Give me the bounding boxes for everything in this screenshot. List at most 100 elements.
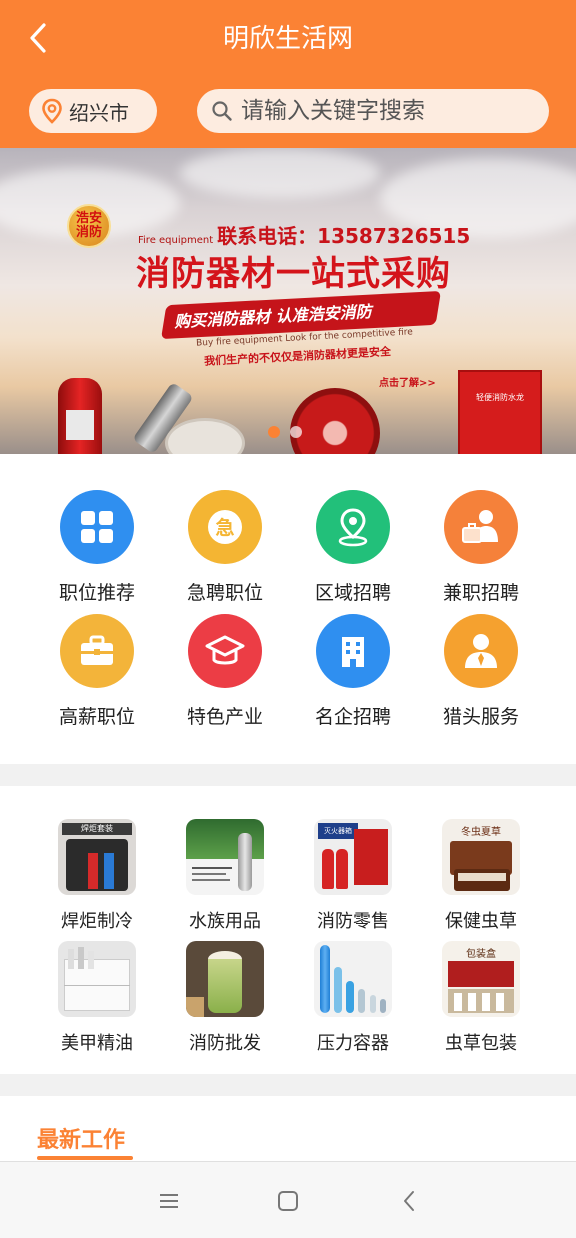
product-label: 焊炬制冷 — [61, 911, 133, 932]
text-line — [192, 873, 226, 875]
cylinder-shape — [334, 967, 342, 1013]
cosmetic-organizer-image — [58, 941, 136, 1017]
search-input[interactable] — [241, 98, 541, 124]
co2-bottle-shape — [238, 833, 252, 891]
home-button[interactable] — [270, 1186, 306, 1216]
product-welding[interactable]: 焊炬套装 焊炬制冷 — [33, 819, 161, 933]
category-label: 猎头服务 — [442, 706, 519, 728]
product-fire-retail[interactable]: 灭火器箱 消防零售 — [289, 819, 417, 933]
category-label: 区域招聘 — [314, 582, 391, 604]
promo-banner[interactable]: 浩安消防 Fire equipment 联系电话：13587326515 消防器… — [0, 148, 576, 454]
product-label: 美甲精油 — [61, 1033, 133, 1054]
category-part-time[interactable]: 兼职招聘 — [417, 490, 545, 605]
system-back-button[interactable] — [391, 1186, 427, 1216]
location-pin-icon — [42, 98, 62, 124]
menu-lines-icon — [160, 1194, 178, 1208]
tall-cylinder-shape — [320, 945, 330, 1013]
extinguisher-shape — [322, 849, 334, 889]
aquatic-plants-shape — [186, 819, 264, 859]
graduation-cap-icon — [188, 614, 262, 688]
banner-phone: Fire equipment 联系电话：13587326515 — [138, 220, 470, 249]
product-label: 消防零售 — [317, 911, 389, 932]
whisk-shape — [186, 997, 204, 1017]
city-label: 绍兴市 — [69, 100, 129, 125]
banner-cloud — [180, 148, 380, 198]
search-bar[interactable] — [197, 89, 549, 133]
brand-logo: 浩安消防 — [67, 204, 111, 248]
category-urgent-jobs[interactable]: 急 急聘职位 — [161, 490, 289, 605]
category-label: 职位推荐 — [58, 582, 135, 604]
product-label: 虫草包装 — [445, 1033, 517, 1054]
section-divider — [0, 764, 576, 786]
app-header: 明欣生活网 绍兴市 — [0, 0, 576, 148]
category-headhunter[interactable]: 猎头服务 — [417, 614, 545, 729]
carousel-dot-active[interactable] — [268, 426, 280, 438]
category-label: 名企招聘 — [314, 706, 391, 728]
recent-apps-button[interactable] — [151, 1186, 187, 1216]
vial-shape — [454, 993, 462, 1011]
product-pressure-vessel[interactable]: 压力容器 — [289, 941, 417, 1055]
category-label: 高薪职位 — [58, 706, 135, 728]
hose-reel-graphic — [290, 388, 380, 454]
office-building-icon — [316, 614, 390, 688]
urgent-icon: 急 — [188, 490, 262, 564]
cylinder-shape — [358, 989, 365, 1013]
latest-jobs-tab[interactable]: 最新工作 — [37, 1122, 125, 1154]
packaging-box-image: 包装盒 — [442, 941, 520, 1017]
product-cordyceps-health[interactable]: 冬虫夏草 保健虫草 — [417, 819, 545, 933]
fire-cabinet-graphic — [458, 370, 542, 454]
category-label: 急聘职位 — [186, 582, 263, 604]
banner-learn-more[interactable]: 点击了解>> — [379, 374, 436, 389]
banner-headline: 消防器材一站式采购 — [136, 254, 451, 294]
page-title: 明欣生活网 — [222, 24, 353, 54]
category-label: 特色产业 — [186, 706, 263, 728]
carousel-dot[interactable] — [290, 426, 302, 438]
product-label: 压力容器 — [317, 1033, 389, 1054]
welding-kit-image: 焊炬套装 — [58, 819, 136, 895]
box-header: 灭火器箱 — [318, 823, 358, 839]
category-area-jobs[interactable]: 区域招聘 — [289, 490, 417, 605]
box-insert-shape — [458, 873, 506, 881]
briefcase-icon — [60, 614, 134, 688]
bottle-shape — [78, 947, 84, 969]
product-category-grid: 焊炬套装 焊炬制冷 水族用品 灭火器箱 消防零售 冬虫夏草 保健虫草 美甲精油 … — [0, 786, 576, 1074]
hose-coil-graphic — [165, 418, 245, 454]
cordyceps-gift-box-image: 冬虫夏草 — [442, 819, 520, 895]
category-high-salary[interactable]: 高薪职位 — [33, 614, 161, 729]
system-nav-bar — [0, 1161, 576, 1238]
red-cylinder-shape — [88, 853, 98, 889]
category-famous-company[interactable]: 名企招聘 — [289, 614, 417, 729]
brand-logo-text: 浩安消防 — [75, 211, 102, 240]
carousel-indicator — [268, 426, 302, 438]
vial-shape — [468, 993, 476, 1011]
banner-subtitle: 我们生产的不仅仅是消防器材更是安全 — [203, 345, 392, 368]
text-line — [192, 867, 232, 869]
product-cordyceps-packaging[interactable]: 包装盒 虫草包装 — [417, 941, 545, 1055]
gas-cylinders-image — [314, 941, 392, 1017]
extinguisher-shape — [336, 849, 348, 889]
banner-phone-en: Fire equipment — [138, 235, 214, 246]
glass-shape — [208, 959, 242, 1013]
product-fire-wholesale[interactable]: 消防批发 — [161, 941, 289, 1055]
red-lid-shape — [448, 961, 514, 987]
category-label: 兼职招聘 — [442, 582, 519, 604]
fire-extinguisher-tag — [66, 410, 94, 440]
box-brand-text: 冬虫夏草 — [461, 827, 501, 838]
category-job-recommend[interactable]: 职位推荐 — [33, 490, 161, 605]
cylinder-shape — [346, 981, 354, 1013]
bottle-shape — [88, 951, 94, 969]
job-category-grid: 职位推荐 急 急聘职位 区域招聘 兼职招聘 高薪职位 特色产业 名企招聘 猎头服… — [0, 454, 576, 764]
fire-extinguisher-box-image: 灭火器箱 — [314, 819, 392, 895]
category-featured-industry[interactable]: 特色产业 — [161, 614, 289, 729]
section-divider — [0, 1074, 576, 1096]
welding-kit-tag: 焊炬套装 — [62, 823, 132, 835]
vial-shape — [496, 993, 504, 1011]
product-nail-oil[interactable]: 美甲精油 — [33, 941, 161, 1055]
product-aquarium[interactable]: 水族用品 — [161, 819, 289, 933]
packaging-tag-text: 包装盒 — [466, 949, 496, 960]
grid-apps-icon — [60, 490, 134, 564]
city-selector[interactable]: 绍兴市 — [29, 89, 157, 133]
product-label: 保健虫草 — [445, 911, 517, 932]
bottle-shape — [68, 949, 74, 969]
product-label: 水族用品 — [189, 911, 261, 932]
